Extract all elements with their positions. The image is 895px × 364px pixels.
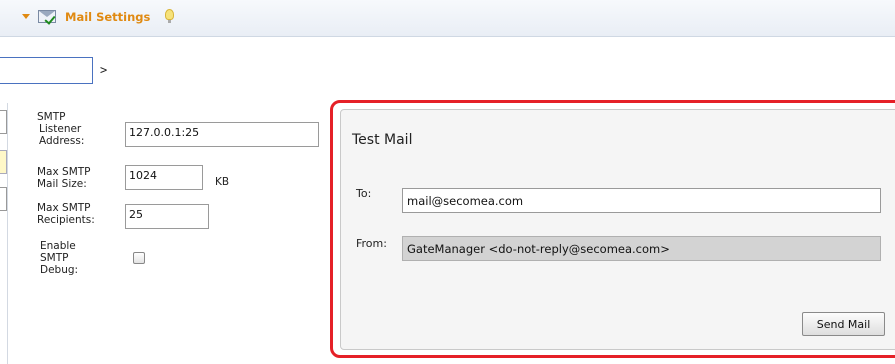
smtp-listener-address-input[interactable]: 127.0.0.1:25	[125, 122, 319, 147]
to-label: To:	[356, 187, 372, 200]
max-mail-size-label: Max SMTP Mail Size:	[37, 166, 91, 190]
max-mail-size-input[interactable]: 1024	[125, 165, 203, 190]
left-cropped-input-1[interactable]	[0, 110, 7, 134]
smtp-debug-label: Enable SMTP Debug:	[40, 240, 79, 276]
test-mail-title: Test Mail	[352, 132, 413, 148]
send-mail-button[interactable]: Send Mail	[802, 312, 885, 336]
mail-size-unit: KB	[215, 176, 230, 188]
left-cropped-input-3[interactable]	[0, 187, 7, 211]
left-cropped-input-2[interactable]	[0, 150, 7, 174]
top-text-input[interactable]	[0, 57, 93, 84]
caret-indicator: >	[100, 63, 108, 77]
from-label: From:	[356, 237, 387, 250]
left-column-divider	[0, 103, 8, 364]
mail-settings-icon	[38, 10, 56, 23]
lightbulb-icon[interactable]	[165, 9, 174, 23]
smtp-listener-label: SMTP Listener Address:	[37, 111, 85, 147]
from-email-input: GateManager <do-not-reply@secomea.com>	[402, 236, 881, 261]
max-recipients-input[interactable]: 25	[125, 204, 209, 229]
section-title[interactable]: Mail Settings	[65, 10, 150, 24]
smtp-debug-checkbox[interactable]	[133, 252, 145, 264]
to-email-input[interactable]: mail@secomea.com	[402, 188, 881, 213]
collapse-arrow-icon[interactable]	[22, 14, 30, 19]
max-recipients-label: Max SMTP Recipients:	[37, 202, 95, 226]
section-header: Mail Settings	[0, 0, 895, 37]
